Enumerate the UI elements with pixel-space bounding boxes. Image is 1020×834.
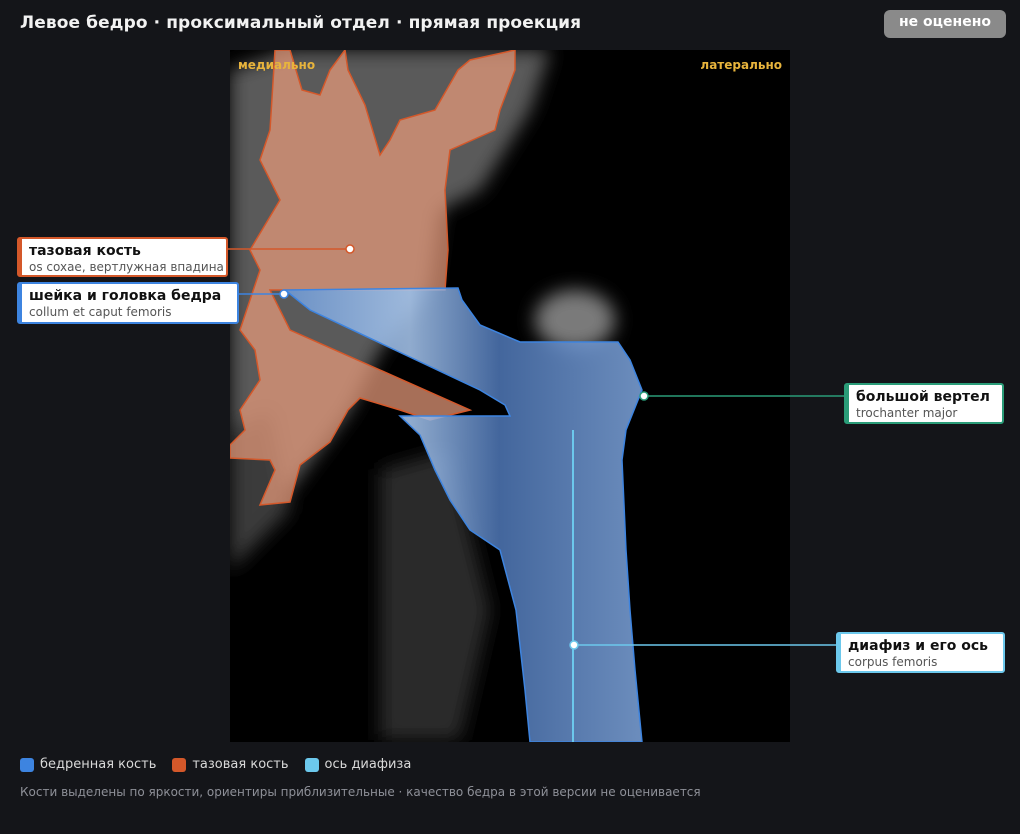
annotation-femoral-neck-title: шейка и головка бедра — [29, 288, 222, 304]
legend-label-pelvis: тазовая кость — [192, 757, 289, 772]
annotation-femoral-shaft-title: диафиз и его ось — [848, 638, 989, 654]
page-title: Левое бедро · проксимальный отдел · прям… — [20, 13, 582, 33]
annotation-femoral-shaft-subtitle: corpus femoris — [848, 655, 938, 669]
xray-image — [230, 50, 643, 742]
orientation-medial: медиально — [238, 58, 316, 72]
status-button[interactable]: не оценено — [884, 10, 1006, 38]
xray-viewer[interactable]: медиально латерально — [230, 50, 790, 742]
annotation-pelvis-subtitle: os coxae, вертлужная впадина — [29, 260, 224, 274]
annotation-pelvis-title: тазовая кость — [29, 243, 141, 259]
legend: бедренная кость тазовая кость ось диафиз… — [20, 757, 427, 772]
annotation-pelvis[interactable]: тазовая кость os coxae, вертлужная впади… — [17, 237, 228, 277]
annotation-femoral-neck[interactable]: шейка и головка бедра collum et caput fe… — [17, 282, 239, 324]
annotation-greater-trochanter-title: большой вертел — [856, 389, 990, 405]
legend-label-shaft-axis: ось диафиза — [324, 757, 412, 772]
legend-item-shaft-axis: ось диафиза — [304, 757, 412, 772]
orientation-lateral: латерально — [700, 58, 782, 72]
footnote: Кости выделены по яркости, ориентиры при… — [20, 785, 701, 799]
legend-swatch-pelvis — [172, 757, 187, 772]
annotation-femoral-shaft[interactable]: диафиз и его ось corpus femoris — [836, 632, 1005, 673]
legend-item-femur: бедренная кость — [20, 757, 156, 772]
annotation-greater-trochanter-subtitle: trochanter major — [856, 406, 958, 420]
annotation-greater-trochanter[interactable]: большой вертел trochanter major — [844, 383, 1004, 424]
legend-swatch-femur — [20, 757, 34, 772]
annotation-femoral-neck-subtitle: collum et caput femoris — [29, 305, 172, 319]
legend-label-femur: бедренная кость — [40, 757, 157, 772]
legend-item-pelvis: тазовая кость — [172, 757, 289, 772]
legend-swatch-shaft-axis — [304, 757, 319, 772]
